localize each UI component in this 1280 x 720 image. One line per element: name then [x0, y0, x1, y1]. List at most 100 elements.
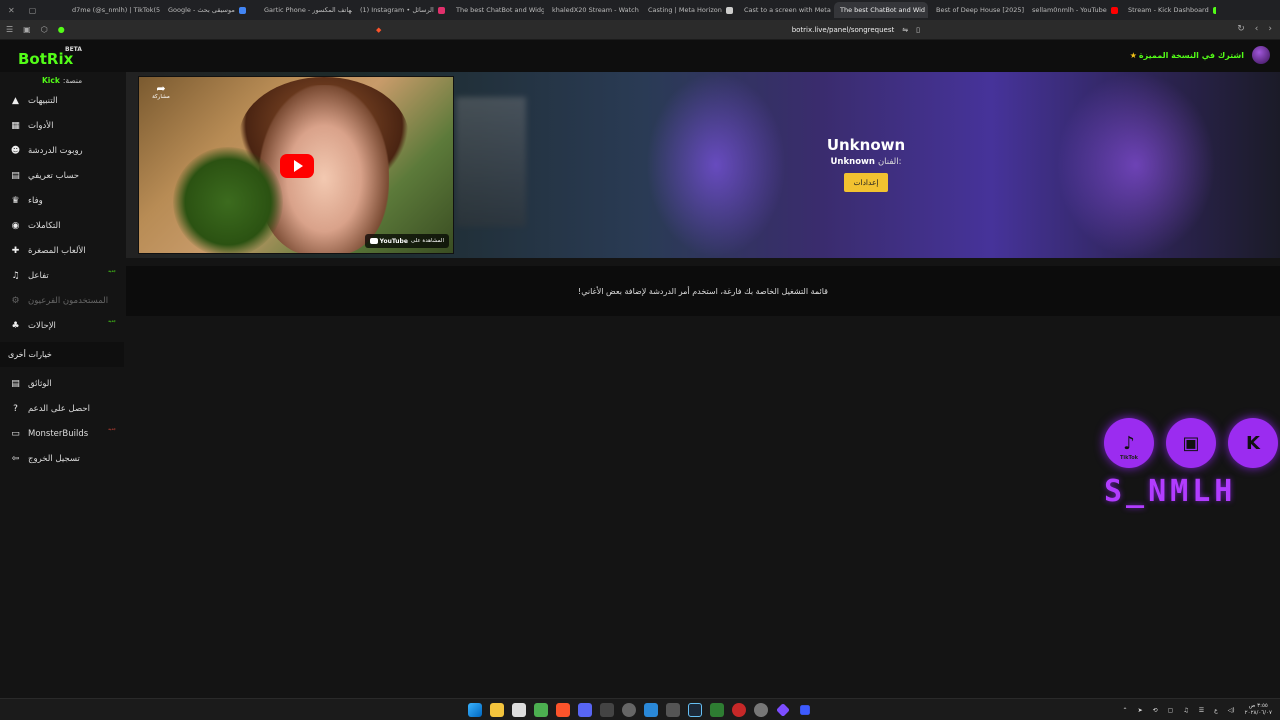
send-icon[interactable]: ➤: [1138, 707, 1143, 714]
sidebar-item[interactable]: ♫ تفاعل جديد: [0, 263, 124, 288]
volume-icon[interactable]: ◁): [1228, 707, 1235, 714]
brave-icon[interactable]: ◆: [376, 26, 381, 34]
share-button[interactable]: ➦ مشاركة: [149, 83, 173, 100]
sidebar-group-other: خيارات أخرى: [0, 342, 124, 367]
store-icon[interactable]: [512, 703, 526, 717]
user-avatar[interactable]: [1252, 46, 1270, 64]
sidebar-item-label: المستخدمون الفرعيون: [28, 295, 109, 306]
youtube-embed[interactable]: ➦ مشاركة المشاهدة على YouTube: [138, 76, 454, 254]
sidebar-item[interactable]: ▤ الوثائق: [0, 371, 124, 396]
browser-tab[interactable]: (1) Instagram • الرسائل: [354, 2, 448, 18]
arrow-app-icon[interactable]: [800, 705, 810, 715]
platform-value: Kick: [42, 76, 60, 85]
notepad-icon[interactable]: [534, 703, 548, 717]
diamond-app-icon[interactable]: [776, 703, 790, 717]
steam-icon[interactable]: [688, 703, 702, 717]
lock-app-icon[interactable]: [710, 703, 724, 717]
forward-icon[interactable]: ›: [1268, 24, 1272, 34]
watch-on-youtube-button[interactable]: المشاهدة على YouTube: [364, 234, 449, 248]
tray-overflow-icon[interactable]: ⌃: [1123, 707, 1128, 714]
brave-browser-icon[interactable]: [556, 703, 570, 717]
wifi-icon[interactable]: ☰: [1199, 707, 1204, 714]
tab-label: Cast to a screen with Meta: [744, 6, 831, 14]
chrome-icon[interactable]: [622, 703, 636, 717]
sidebar-item-label: التكاملات: [28, 220, 61, 231]
settings-app-icon[interactable]: [754, 703, 768, 717]
browser-tab[interactable]: Google - موسيقى بحث: [162, 2, 256, 18]
app-header: [0, 40, 1280, 72]
sidebar-item[interactable]: ⇦ تسجيل الخروج: [0, 446, 124, 471]
sidebar-item[interactable]: ✚ الألعاب المصغرة: [0, 238, 124, 263]
sidebar-item[interactable]: ▦ الأدوات: [0, 113, 124, 138]
youtube-logo: YouTube: [369, 238, 408, 245]
browser-tab[interactable]: khaledX20 Stream - Watch: [546, 2, 640, 18]
sidebar-item[interactable]: ⚙ المستخدمون الفرعيون: [0, 288, 124, 313]
back-icon[interactable]: ‹: [1255, 24, 1259, 34]
subusers-icon: ⚙: [11, 295, 20, 306]
sidebar-item-label: الأدوات: [28, 120, 54, 131]
browser-tab[interactable]: Best of Deep House [2025]: [930, 2, 1024, 18]
address-bar[interactable]: ◆ botrix.live/panel/songrequest ⇋ ▯: [370, 23, 930, 37]
browser-tab[interactable]: Stream - Kick Dashboard: [1122, 2, 1216, 18]
sidebar-group-label: خيارات أخرى: [8, 350, 52, 359]
discord-icon[interactable]: [578, 703, 592, 717]
browser-tab[interactable]: d7me (@s_nmlh) | TikTok(5): [66, 2, 160, 18]
grid-app-icon[interactable]: [666, 703, 680, 717]
windows-start-icon[interactable]: [468, 703, 482, 717]
taskbar: ⌃ ➤ ⟲ ▢ ♫ ☰ ع ◁) ٣:٥٥ ص ٢٠٢٨/٠٦/٠٧: [0, 698, 1280, 720]
sidebar-item[interactable]: ▲ التنبيهات: [0, 88, 124, 113]
song-queue: قائمة التشغيل الخاصة بك فارغة، استخدم أم…: [126, 266, 1280, 316]
reload-icon[interactable]: ↻: [1237, 24, 1245, 34]
sidebar-item[interactable]: ◉ التكاملات: [0, 213, 124, 238]
background-light: [646, 72, 786, 258]
security-icon[interactable]: ▢: [1168, 707, 1174, 714]
language-icon[interactable]: ع: [1214, 707, 1218, 714]
sidebar-item[interactable]: ▭ MonsterBuilds جديد: [0, 421, 124, 446]
file-explorer-icon[interactable]: [490, 703, 504, 717]
browser-tab[interactable]: sellam0nmlh - YouTube: [1026, 2, 1120, 18]
settings-button[interactable]: إعدادات: [844, 173, 888, 192]
close-window-icon[interactable]: ✕: [8, 6, 15, 15]
tab-menu-icon[interactable]: ▢: [29, 6, 37, 15]
bookmark-icon[interactable]: ▯: [916, 26, 920, 34]
sidebar-item-label: روبوت الدردشة: [28, 145, 83, 156]
browser-tab[interactable]: The best ChatBot and Widg: [450, 2, 544, 18]
tab-favicon-icon: [238, 6, 246, 14]
integrations-icon: ◉: [11, 220, 20, 231]
play-button[interactable]: [280, 154, 314, 178]
streamer-branding-overlay: ♪ TikTok ▣ K S_NMLH: [1100, 416, 1280, 516]
system-tray: ⌃ ➤ ⟲ ▢ ♫ ☰ ع ◁) ٣:٥٥ ص ٢٠٢٨/٠٦/٠٧: [1123, 703, 1272, 717]
mic-icon[interactable]: ♫: [1183, 707, 1188, 714]
browser-tab[interactable]: Casting | Meta Horizon: [642, 2, 736, 18]
sidebar-item[interactable]: ♛ وفاء: [0, 188, 124, 213]
site-settings-icon[interactable]: ⇋: [902, 26, 908, 34]
browser-tab[interactable]: Gartic Phone - الهاتف المكسور: [258, 2, 352, 18]
sidebar-item[interactable]: ☻ روبوت الدردشة: [0, 138, 124, 163]
artist-line: Unknown الفنان:: [766, 157, 966, 167]
sidebar-item[interactable]: ▤ حساب تعريفي: [0, 163, 124, 188]
artist-value: Unknown: [830, 157, 875, 167]
app-icon[interactable]: [600, 703, 614, 717]
tab-groups-icon[interactable]: ▣: [23, 25, 31, 34]
clock[interactable]: ٣:٥٥ ص ٢٠٢٨/٠٦/٠٧: [1245, 703, 1272, 717]
browser-tab[interactable]: Cast to a screen with Meta: [738, 2, 832, 18]
record-app-icon[interactable]: [732, 703, 746, 717]
clock-date: ٢٠٢٨/٠٦/٠٧: [1244, 710, 1272, 716]
logout-icon: ⇦: [11, 453, 20, 464]
sidebar-toggle-icon[interactable]: ☰: [6, 25, 13, 34]
url-text[interactable]: botrix.live/panel/songrequest: [792, 26, 895, 34]
song-title: Unknown: [826, 136, 906, 154]
shield-icon[interactable]: ●: [58, 25, 65, 34]
sidebar-item[interactable]: ♣ الإحالات جديد: [0, 313, 124, 338]
docs-icon: ▤: [11, 378, 20, 389]
help-icon: ?: [13, 403, 18, 414]
browser-tab[interactable]: The best ChatBot and Wid: [834, 2, 928, 18]
trophy-icon: ♛: [11, 195, 20, 206]
sidebar-item[interactable]: ? احصل على الدعم: [0, 396, 124, 421]
extensions-icon[interactable]: ⬡: [41, 25, 48, 34]
share-label: مشاركة: [152, 94, 170, 100]
premium-link[interactable]: اشترك في النسخة المميزة ★: [1130, 51, 1244, 60]
sync-icon[interactable]: ⟲: [1153, 707, 1158, 714]
edge-icon[interactable]: [644, 703, 658, 717]
tab-label: khaledX20 Stream - Watch: [552, 6, 639, 14]
